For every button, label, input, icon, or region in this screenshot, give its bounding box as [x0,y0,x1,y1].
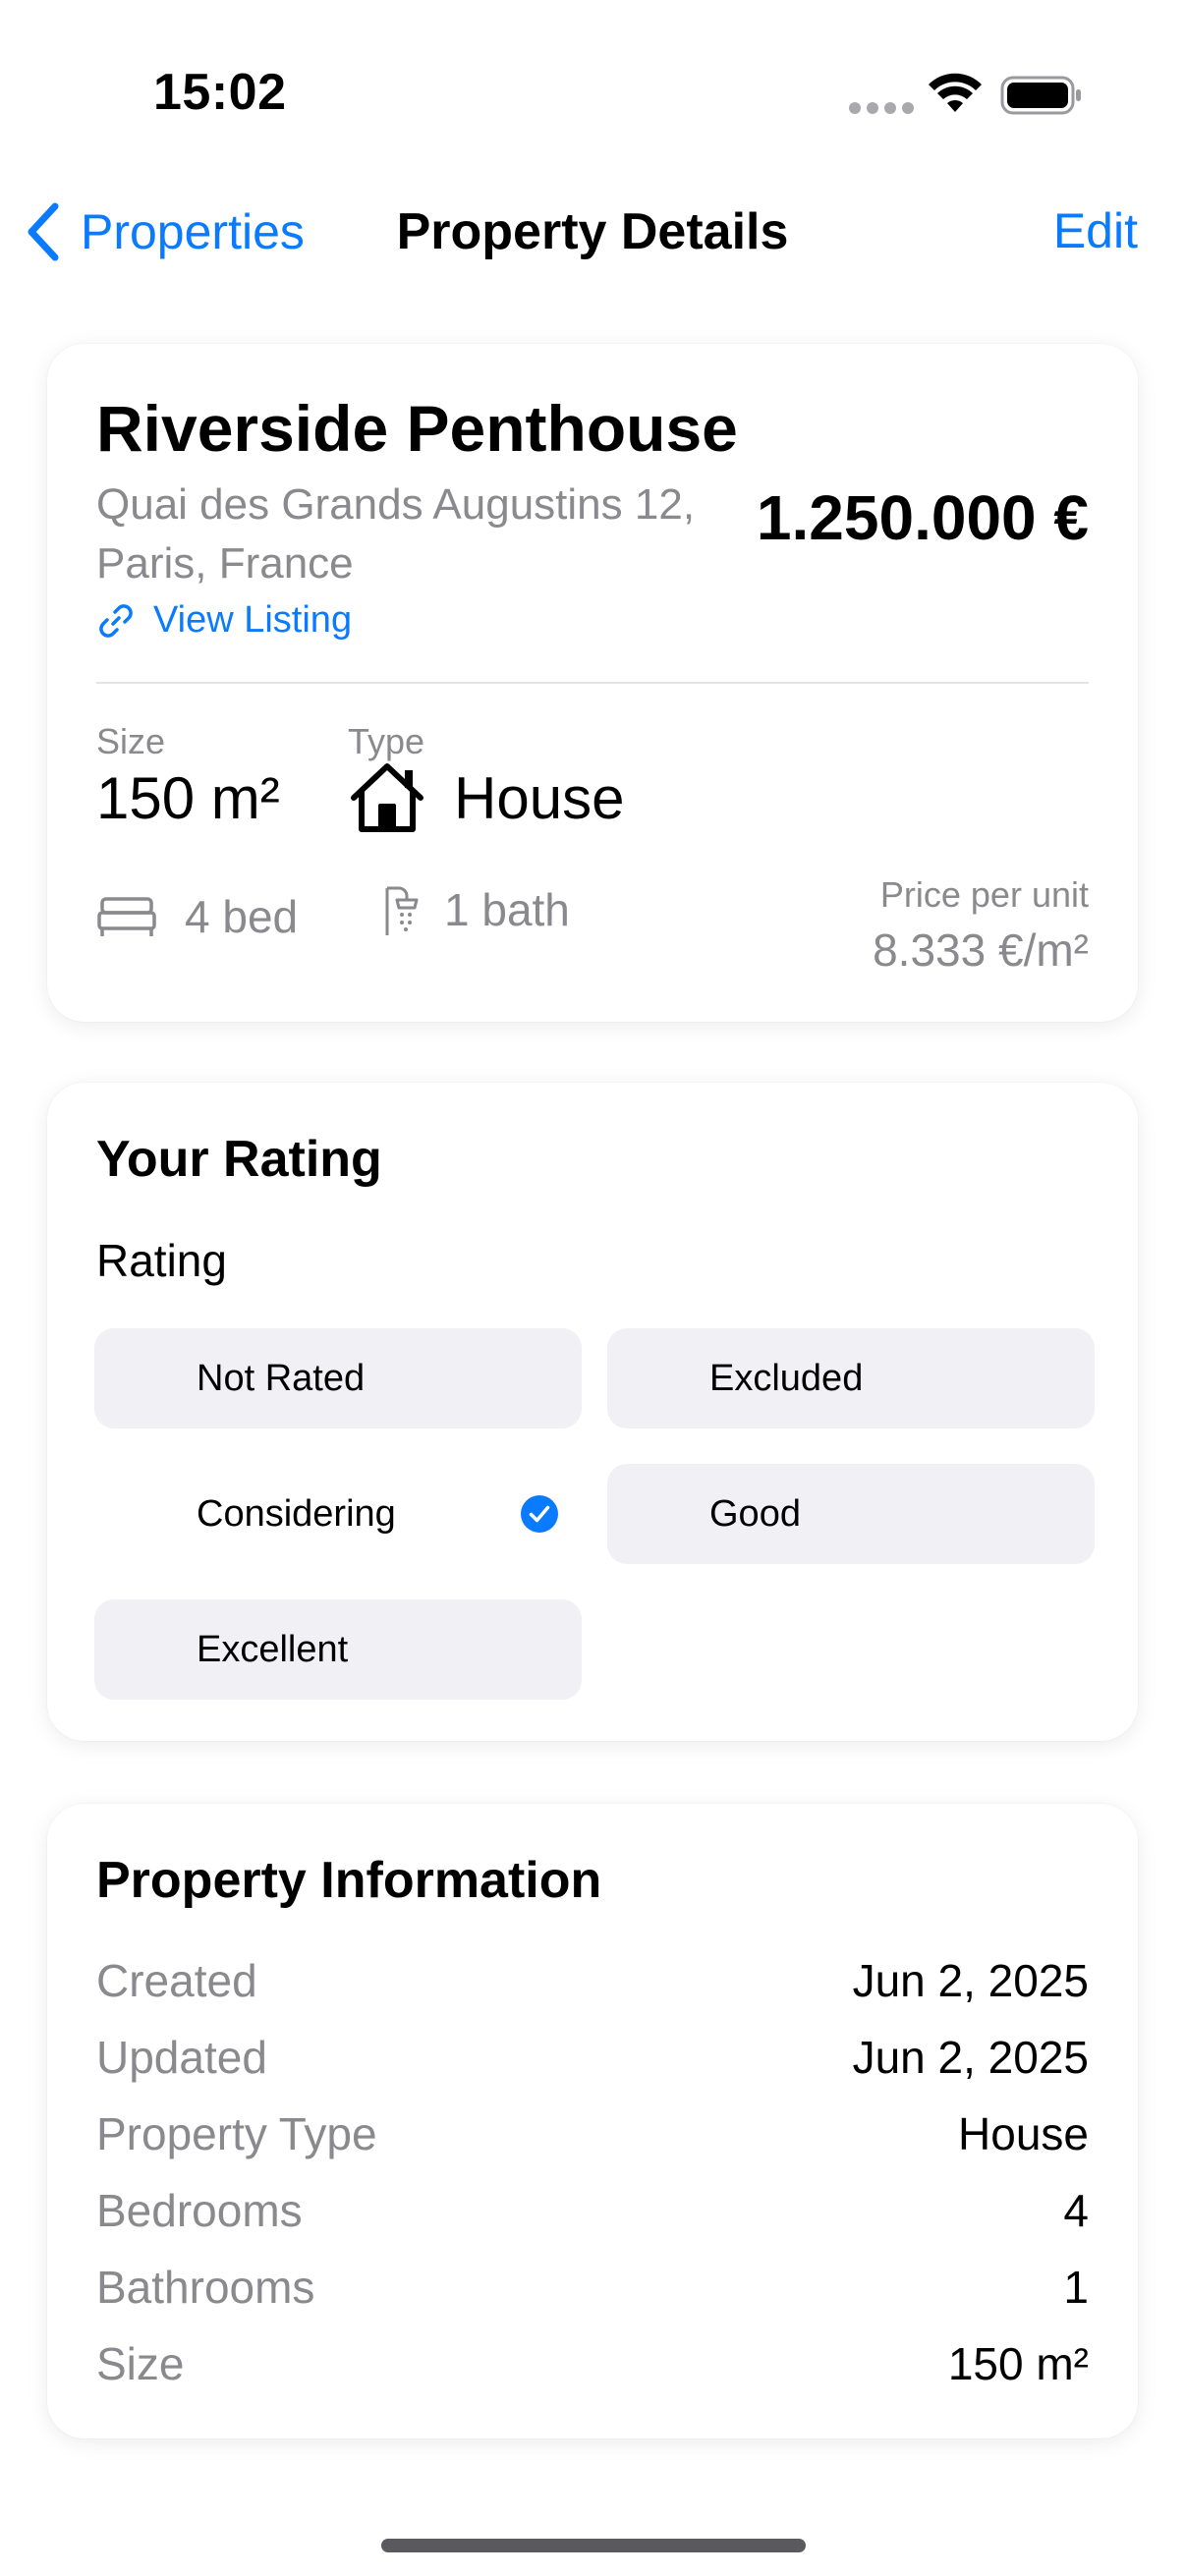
rating-option-label: Excluded [709,1357,864,1399]
wifi-icon [929,73,982,112]
bedrooms-text: 4 bed [185,891,299,942]
info-value: 4 [1063,2185,1089,2236]
price-per-unit-value: 8.333 €/m² [873,924,1089,976]
type-value: House [454,764,625,831]
status-time: 15:02 [153,64,287,121]
shower-icon [385,886,419,935]
house-icon [351,763,423,832]
property-title: Riverside Penthouse [96,392,738,465]
info-key: Bathrooms [96,2262,315,2313]
property-information-title: Property Information [96,1852,602,1909]
info-value: Jun 2, 2025 [852,2032,1089,2083]
info-key: Size [96,2338,185,2389]
size-value: 150 m² [96,765,280,831]
view-listing-link[interactable]: View Listing [96,599,352,642]
info-row-bathrooms: Bathrooms 1 [96,2258,1089,2317]
size-label: Size [96,721,166,761]
rating-option-excluded[interactable]: Excluded [607,1328,1095,1428]
rating-option-label: Good [709,1492,801,1535]
rating-option-good[interactable]: Good [607,1464,1095,1564]
info-value: 150 m² [947,2338,1089,2389]
nav-title: Property Details [396,203,789,260]
property-summary-card: Riverside Penthouse Quai des Grands Augu… [47,344,1138,1022]
info-value: House [958,2108,1089,2159]
type-row: House [348,760,624,835]
rating-option-not-rated[interactable]: Not Rated [94,1328,582,1428]
divider [96,682,1089,684]
price-per-unit-label: Price per unit [879,874,1089,915]
rating-option-label: Not Rated [197,1357,366,1399]
bedrooms-summary: 4 bed [96,890,298,943]
status-bar: 15:02 [0,0,1185,187]
checkmark-circle-icon [521,1495,558,1533]
cellular-signal-icon [849,102,914,114]
rating-card-title: Your Rating [96,1131,382,1188]
info-key: Bedrooms [96,2185,303,2236]
info-value: Jun 2, 2025 [852,1955,1089,2006]
info-row-bedrooms: Bedrooms 4 [96,2181,1089,2240]
info-row-updated: Updated Jun 2, 2025 [96,2028,1089,2087]
view-listing-label: View Listing [153,599,353,641]
info-key: Updated [96,2032,267,2083]
rating-card: Your Rating Rating Not Rated Excluded Co… [47,1083,1138,1741]
info-key: Created [96,1955,257,2006]
bathrooms-summary: 1 bath [377,882,570,937]
rating-option-excellent[interactable]: Excellent [94,1599,582,1700]
battery-icon [1000,76,1081,115]
rating-option-label: Excellent [197,1628,349,1670]
bed-icon [97,897,156,936]
info-value: 1 [1063,2262,1089,2313]
rating-option-label: Considering [197,1492,396,1535]
home-indicator[interactable] [381,2539,806,2552]
rating-label: Rating [96,1235,227,1286]
bathrooms-text: 1 bath [444,884,570,935]
link-icon [99,603,133,638]
type-label: Type [348,721,425,761]
info-row-created: Created Jun 2, 2025 [96,1951,1089,2010]
property-information-card: Property Information Created Jun 2, 2025… [47,1804,1138,2438]
property-address: Quai des Grands Augustins 12, Paris, Fra… [96,480,696,588]
info-row-size: Size 150 m² [96,2334,1089,2393]
edit-button[interactable]: Edit [1053,202,1138,259]
rating-option-considering[interactable]: Considering [94,1464,582,1564]
property-price: 1.250.000 € [756,482,1089,553]
info-key: Property Type [96,2108,377,2159]
info-row-property-type: Property Type House [96,2104,1089,2163]
